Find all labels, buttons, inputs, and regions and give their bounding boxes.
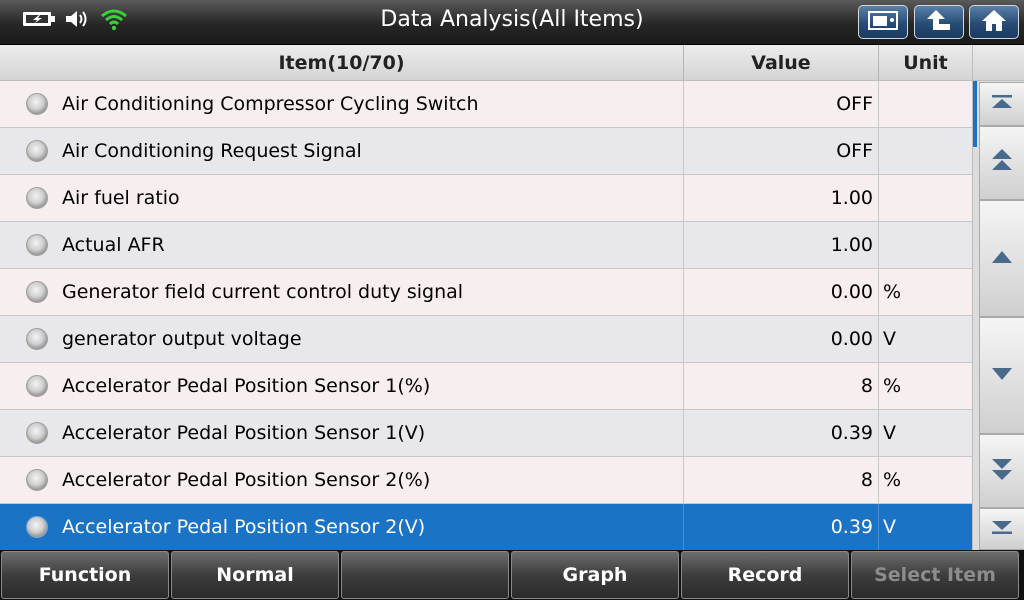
scroll-bottom-icon [990,519,1014,539]
table-row[interactable]: Accelerator Pedal Position Sensor 1(V) 0… [0,410,972,457]
radio-button[interactable] [26,140,48,162]
column-header-item: Item(10/70) [0,45,684,80]
item-unit: % [883,375,902,397]
graph-button[interactable]: Graph [511,551,679,599]
scroll-up-button[interactable] [979,200,1024,317]
table-row[interactable]: Accelerator Pedal Position Sensor 1(%) 8… [0,363,972,410]
scroll-panel [972,45,1024,550]
select-item-button[interactable]: Select Item [851,551,1019,599]
scroll-down-button[interactable] [979,317,1024,434]
title-bar: Data Analysis(All Items) [0,0,1024,45]
item-value: 8 [684,363,879,409]
scroll-panel-header [973,45,1024,81]
item-value: 0.39 [684,410,879,456]
double-chevron-down-icon [990,456,1014,486]
table-row[interactable]: Air Conditioning Compressor Cycling Swit… [0,81,972,128]
page-up-button[interactable] [979,126,1024,200]
function-bar: Function Normal Graph Record Select Item [0,550,1024,600]
function-button[interactable]: Function [1,551,169,599]
item-unit: % [883,281,902,303]
item-name: Accelerator Pedal Position Sensor 1(%) [62,375,431,397]
table-row[interactable]: Generator field current control duty sig… [0,269,972,316]
item-unit: % [883,469,902,491]
item-unit: V [883,422,896,444]
home-icon [980,8,1008,36]
radio-button[interactable] [26,234,48,256]
radio-button[interactable] [26,422,48,444]
home-button[interactable] [969,5,1019,39]
table-row[interactable]: Actual AFR 1.00 [0,222,972,269]
item-unit [879,222,972,268]
item-name: Accelerator Pedal Position Sensor 2(V) [62,516,426,538]
column-header-value: Value [684,45,879,80]
radio-button[interactable] [26,187,48,209]
table-row[interactable]: Accelerator Pedal Position Sensor 2(%) 8… [0,457,972,504]
item-unit [879,81,972,127]
scroll-top-icon [990,94,1014,114]
chevron-up-icon [991,249,1013,268]
normal-button[interactable]: Normal [171,551,339,599]
scroll-to-bottom-button[interactable] [979,508,1024,550]
item-name: Air Conditioning Compressor Cycling Swit… [62,93,479,115]
page-down-button[interactable] [979,434,1024,508]
table-header: Item(10/70) Value Unit [0,45,972,81]
radio-button[interactable] [26,328,48,350]
radio-button[interactable] [26,469,48,491]
item-name: Actual AFR [62,234,165,256]
table-row[interactable]: generator output voltage 0.00 V [0,316,972,363]
double-chevron-up-icon [990,148,1014,178]
back-button[interactable] [914,5,964,39]
item-value: OFF [684,128,879,174]
radio-button[interactable] [26,281,48,303]
record-button[interactable]: Record [681,551,849,599]
data-table: Item(10/70) Value Unit Air Conditioning … [0,45,972,551]
back-icon [924,8,954,36]
screenshot-button[interactable] [858,5,908,39]
item-name: Air Conditioning Request Signal [62,140,362,162]
item-name: Air fuel ratio [62,187,180,209]
column-header-unit: Unit [903,51,948,74]
item-name: generator output voltage [62,328,302,350]
item-value: 1.00 [684,222,879,268]
scroll-indicator[interactable] [973,81,977,147]
table-row[interactable]: Air fuel ratio 1.00 [0,175,972,222]
scroll-to-top-button[interactable] [979,82,1024,126]
item-name: Accelerator Pedal Position Sensor 2(%) [62,469,431,491]
radio-button[interactable] [26,93,48,115]
table-row-selected[interactable]: Accelerator Pedal Position Sensor 2(V) 0… [0,504,972,551]
radio-button[interactable] [26,516,48,538]
item-unit [879,175,972,221]
empty-button[interactable] [341,551,509,599]
chevron-down-icon [991,366,1013,385]
item-name: Generator field current control duty sig… [62,281,464,303]
item-unit: V [883,328,896,350]
item-value: 1.00 [684,175,879,221]
item-unit [879,128,972,174]
item-value: 8 [684,457,879,503]
item-value: 0.00 [684,316,879,362]
item-value: OFF [684,81,879,127]
item-unit: V [883,516,896,538]
item-name: Accelerator Pedal Position Sensor 1(V) [62,422,426,444]
table-row[interactable]: Air Conditioning Request Signal OFF [0,128,972,175]
item-value: 0.00 [684,269,879,315]
item-value: 0.39 [684,504,879,550]
screenshot-icon [868,9,898,35]
radio-button[interactable] [26,375,48,397]
